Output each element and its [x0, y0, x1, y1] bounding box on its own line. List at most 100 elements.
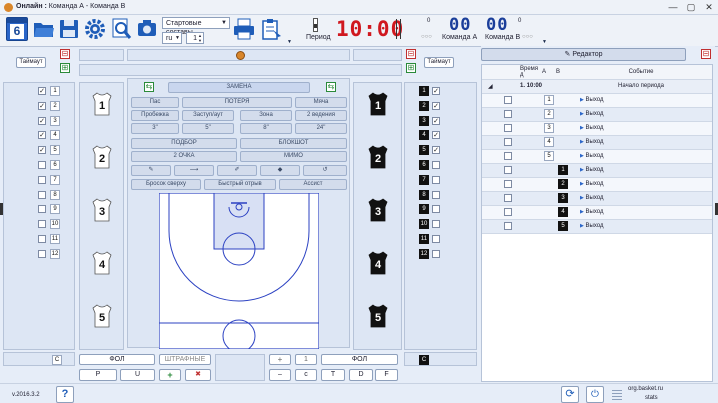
dropdown-arrow-icon[interactable]: ▼	[542, 39, 547, 45]
team-b-player-checkbox[interactable]	[432, 190, 440, 199]
team-b-player-checkbox[interactable]	[432, 249, 440, 258]
team-b-player-checkbox[interactable]: ✓	[432, 116, 440, 125]
team-a-player-checkbox[interactable]	[38, 205, 46, 214]
add-free-throw-button[interactable]: +	[159, 369, 181, 381]
shot-type-5-icon[interactable]: ↺	[303, 165, 347, 176]
event-row-checkbox[interactable]	[504, 208, 512, 216]
team-b-court-player[interactable]: 4	[368, 251, 388, 275]
p-button[interactable]: P	[79, 369, 117, 381]
expand-arrow-icon[interactable]: ▶	[580, 181, 584, 187]
team-b-player-number[interactable]: 1	[419, 86, 429, 96]
team-b-player-number[interactable]: 2	[419, 100, 429, 111]
collapse-arrow-icon[interactable]: ◢	[488, 84, 493, 90]
team-a-player-checkbox[interactable]: ✓	[38, 131, 46, 140]
team-b-player-checkbox[interactable]: ✓	[432, 146, 440, 155]
editor-button[interactable]: ✎ Редактор	[481, 48, 686, 61]
team-b-court-player[interactable]: 1	[368, 92, 388, 116]
team-a-player-checkbox[interactable]	[38, 220, 46, 229]
team-a-player-checkbox[interactable]	[38, 235, 46, 243]
print-icon[interactable]	[233, 18, 255, 40]
events-row[interactable]: 3 ▶ Выход	[482, 121, 712, 136]
events-row[interactable]: 5 ▶ Выход	[482, 219, 712, 234]
team-b-player-checkbox[interactable]	[432, 161, 440, 169]
rebound-button[interactable]: ПОДБОР	[131, 138, 237, 149]
events-period-row[interactable]: ◢ 1. 10:00 Начало периода	[482, 79, 712, 94]
camera-icon[interactable]	[136, 17, 158, 41]
team-b-player-checkbox[interactable]	[432, 235, 440, 243]
search-document-icon[interactable]	[110, 17, 132, 41]
miss-button[interactable]: МИМО	[240, 151, 347, 162]
expand-arrow-icon[interactable]: ▶	[580, 209, 584, 215]
team-a-player-checkbox[interactable]: ✓	[38, 146, 46, 155]
team-a-player-number[interactable]: 10	[50, 219, 60, 230]
team-a-player-checkbox[interactable]	[38, 190, 46, 199]
team-a-player-number[interactable]: 11	[50, 234, 60, 244]
team-b-player-checkbox[interactable]: ✓	[432, 87, 440, 95]
free-throws-button[interactable]: ШТРАФНЫЕ	[159, 354, 211, 365]
period-stepper[interactable]: 1 ▲ ▼	[186, 32, 204, 44]
24-seconds-button[interactable]: 24"	[295, 123, 347, 134]
open-folder-icon[interactable]	[33, 17, 55, 41]
team-b-player-number[interactable]: 3	[419, 115, 429, 126]
event-row-checkbox[interactable]	[504, 166, 512, 174]
expand-arrow-icon[interactable]: ▶	[580, 153, 584, 159]
team-a-player-number[interactable]: 3	[50, 115, 60, 126]
team-a-court-player[interactable]: 4	[92, 251, 112, 275]
shot-type-2-icon[interactable]: ⟶	[174, 165, 214, 176]
save-icon[interactable]	[58, 17, 80, 41]
block-button[interactable]: БЛОКШОТ	[240, 138, 347, 149]
team-a-player-checkbox[interactable]	[38, 161, 46, 169]
event-row-checkbox[interactable]	[504, 180, 512, 188]
lineup-select[interactable]: Стартовые составы ▼	[162, 17, 230, 36]
substitution-out-icon[interactable]: ⇆	[326, 82, 336, 92]
team-a-court-player[interactable]: 2	[92, 145, 112, 169]
team-a-player-number[interactable]: 8	[50, 189, 60, 200]
settings-gear-icon[interactable]	[84, 17, 106, 41]
team-a-player-number[interactable]: 1	[50, 86, 60, 96]
events-row[interactable]: 2 ▶ Выход	[482, 177, 712, 192]
ball-button[interactable]: Мяча	[295, 97, 347, 108]
team-a-remove-icon[interactable]: ⊟	[60, 49, 70, 59]
expand-arrow-icon[interactable]: ▶	[580, 167, 584, 173]
clock-control-icon[interactable]	[396, 19, 401, 39]
events-column-header[interactable]: B	[556, 65, 570, 80]
event-row-checkbox[interactable]	[504, 152, 512, 160]
substitution-in-icon[interactable]: ⇆	[144, 82, 154, 92]
team-a-court-player[interactable]: 3	[92, 198, 112, 222]
power-icon[interactable]: ⏻	[586, 386, 604, 403]
events-row[interactable]: 2 ▶ Выход	[482, 107, 712, 122]
turnover-button[interactable]: ПОТЕРЯ	[182, 97, 292, 108]
team-a-player-number[interactable]: 4	[50, 130, 60, 141]
refresh-icon[interactable]: ⟳	[561, 386, 579, 403]
team-a-player-number[interactable]: 9	[50, 204, 60, 215]
team-b-player-checkbox[interactable]: ✓	[432, 101, 440, 110]
expand-arrow-icon[interactable]: ▶	[580, 139, 584, 145]
fast-break-button[interactable]: Быстрый отрыв	[204, 179, 276, 190]
left-edge-tab[interactable]	[0, 203, 3, 215]
3-seconds-button[interactable]: 3"	[131, 123, 179, 134]
remove-free-throw-button[interactable]: ✖	[185, 369, 211, 381]
team-a-player-number[interactable]: 6	[50, 160, 60, 170]
team-b-player-checkbox[interactable]	[432, 175, 440, 184]
team-a-timeout-button[interactable]: Таймаут	[16, 57, 46, 68]
events-column-header[interactable]: Событие	[570, 65, 712, 80]
events-row[interactable]: 3 ▶ Выход	[482, 191, 712, 206]
expand-arrow-icon[interactable]: ▶	[580, 223, 584, 229]
team-b-coach-box[interactable]: C	[419, 355, 429, 365]
maximize-button[interactable]: ▢	[684, 2, 698, 13]
team-b-court-player[interactable]: 3	[368, 198, 388, 222]
shot-type-4-icon[interactable]: ◆	[260, 165, 300, 176]
out-button[interactable]: Заступ/аут	[182, 110, 234, 121]
close-button[interactable]: ✕	[702, 2, 716, 13]
team-b-remove-icon[interactable]: ⊟	[406, 49, 416, 59]
team-b-player-number[interactable]: 8	[419, 189, 429, 200]
team-a-player-number[interactable]: 2	[50, 100, 60, 111]
event-row-checkbox[interactable]	[504, 222, 512, 230]
events-row[interactable]: 4 ▶ Выход	[482, 135, 712, 150]
expand-arrow-icon[interactable]: ▶	[580, 125, 584, 131]
team-b-player-checkbox[interactable]	[432, 205, 440, 214]
team-a-player-number[interactable]: 5	[50, 145, 60, 156]
expand-arrow-icon[interactable]: ▶	[580, 111, 584, 117]
team-a-player-checkbox[interactable]: ✓	[38, 116, 46, 125]
team-b-score[interactable]: 00	[486, 15, 508, 35]
